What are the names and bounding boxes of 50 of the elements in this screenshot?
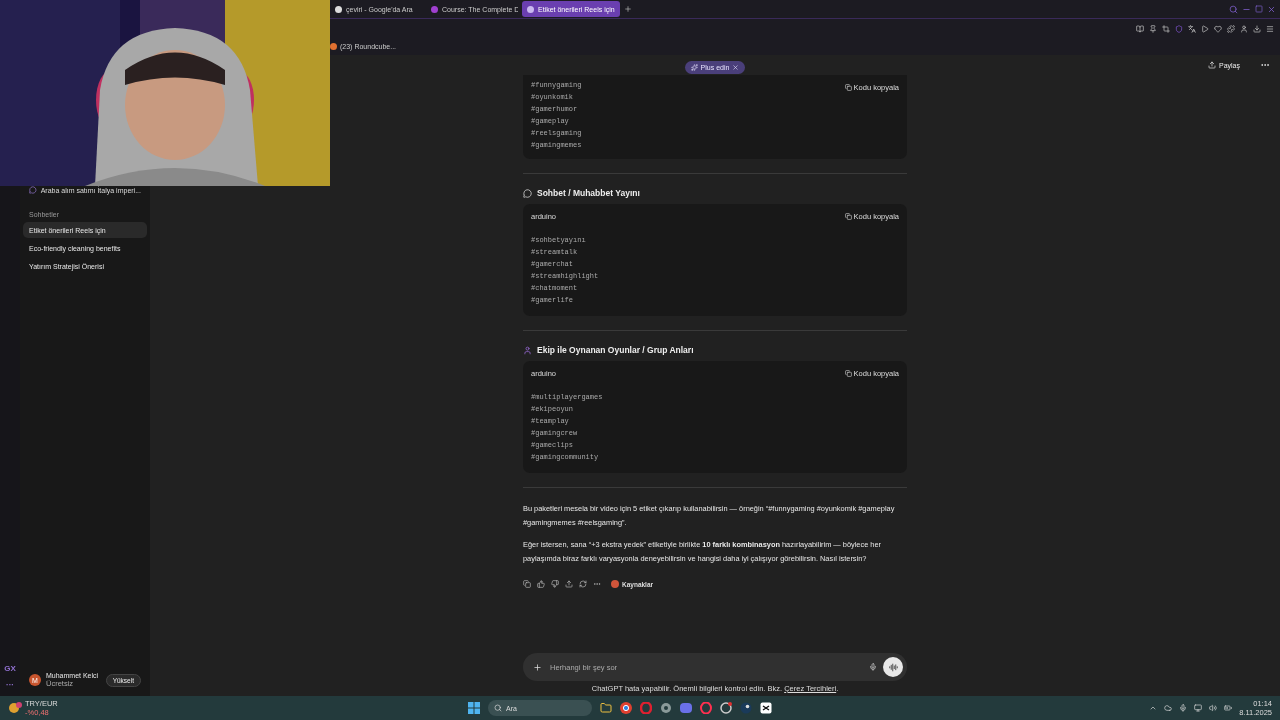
copy-icon xyxy=(844,369,852,377)
copy-icon[interactable] xyxy=(523,580,531,588)
browser-icon[interactable] xyxy=(620,702,632,714)
heart-icon[interactable] xyxy=(1214,24,1222,33)
sidebar-rail-label[interactable]: GX xyxy=(4,664,16,674)
wheel-icon[interactable] xyxy=(720,702,732,714)
upload-icon xyxy=(1208,61,1216,69)
chat-app-icon[interactable] xyxy=(680,702,692,714)
regenerate-icon[interactable] xyxy=(579,580,587,588)
pin-icon[interactable] xyxy=(1149,24,1157,33)
play-icon[interactable] xyxy=(1201,24,1209,33)
user-icon[interactable] xyxy=(1240,24,1248,33)
new-tab-icon[interactable] xyxy=(624,5,632,13)
search-icon xyxy=(494,704,502,712)
puzzle-icon[interactable] xyxy=(1227,24,1235,33)
close-icon xyxy=(732,63,740,71)
speech-bubble-icon xyxy=(523,188,532,198)
monitor-icon[interactable] xyxy=(1194,704,1203,712)
download-icon[interactable] xyxy=(1253,24,1261,33)
ring-logo-icon[interactable] xyxy=(640,702,652,714)
share-icon[interactable] xyxy=(565,580,573,588)
person-icon xyxy=(523,345,532,355)
search-icon[interactable] xyxy=(1229,4,1238,14)
folder-icon[interactable] xyxy=(600,702,612,714)
voice-button[interactable] xyxy=(883,657,903,677)
sidebar-rail-label[interactable]: ··· xyxy=(6,680,14,690)
thumbs-up-icon[interactable] xyxy=(537,580,545,588)
waveform-icon xyxy=(888,662,898,672)
translate-icon[interactable] xyxy=(1188,24,1196,33)
microphone-icon[interactable] xyxy=(869,663,877,671)
close-icon[interactable] xyxy=(1267,4,1276,14)
windows-logo-icon[interactable] xyxy=(468,702,480,714)
plus-icon[interactable] xyxy=(533,662,542,672)
battery-icon[interactable] xyxy=(1224,704,1233,712)
microphone-icon[interactable] xyxy=(1179,704,1188,712)
thumbs-down-icon[interactable] xyxy=(551,580,559,588)
section-heading: Sohbet / Muhabbet Yayını xyxy=(537,188,640,198)
menu-icon[interactable] xyxy=(1266,24,1274,33)
cloud-icon[interactable] xyxy=(1164,704,1173,712)
sparkle-icon xyxy=(690,63,698,71)
more-icon[interactable] xyxy=(593,580,601,588)
chat-icon xyxy=(29,186,37,194)
section-heading: Ekip ile Oynanan Oyunlar / Grup Anları xyxy=(537,345,694,355)
speaker-icon[interactable] xyxy=(1209,704,1218,712)
book-icon[interactable] xyxy=(1136,24,1144,33)
copy-icon xyxy=(844,84,852,91)
copy-icon xyxy=(844,212,852,220)
ring-logo-icon[interactable] xyxy=(700,702,712,714)
chevron-up-icon[interactable] xyxy=(1149,704,1158,712)
crop-icon[interactable] xyxy=(1162,24,1170,33)
